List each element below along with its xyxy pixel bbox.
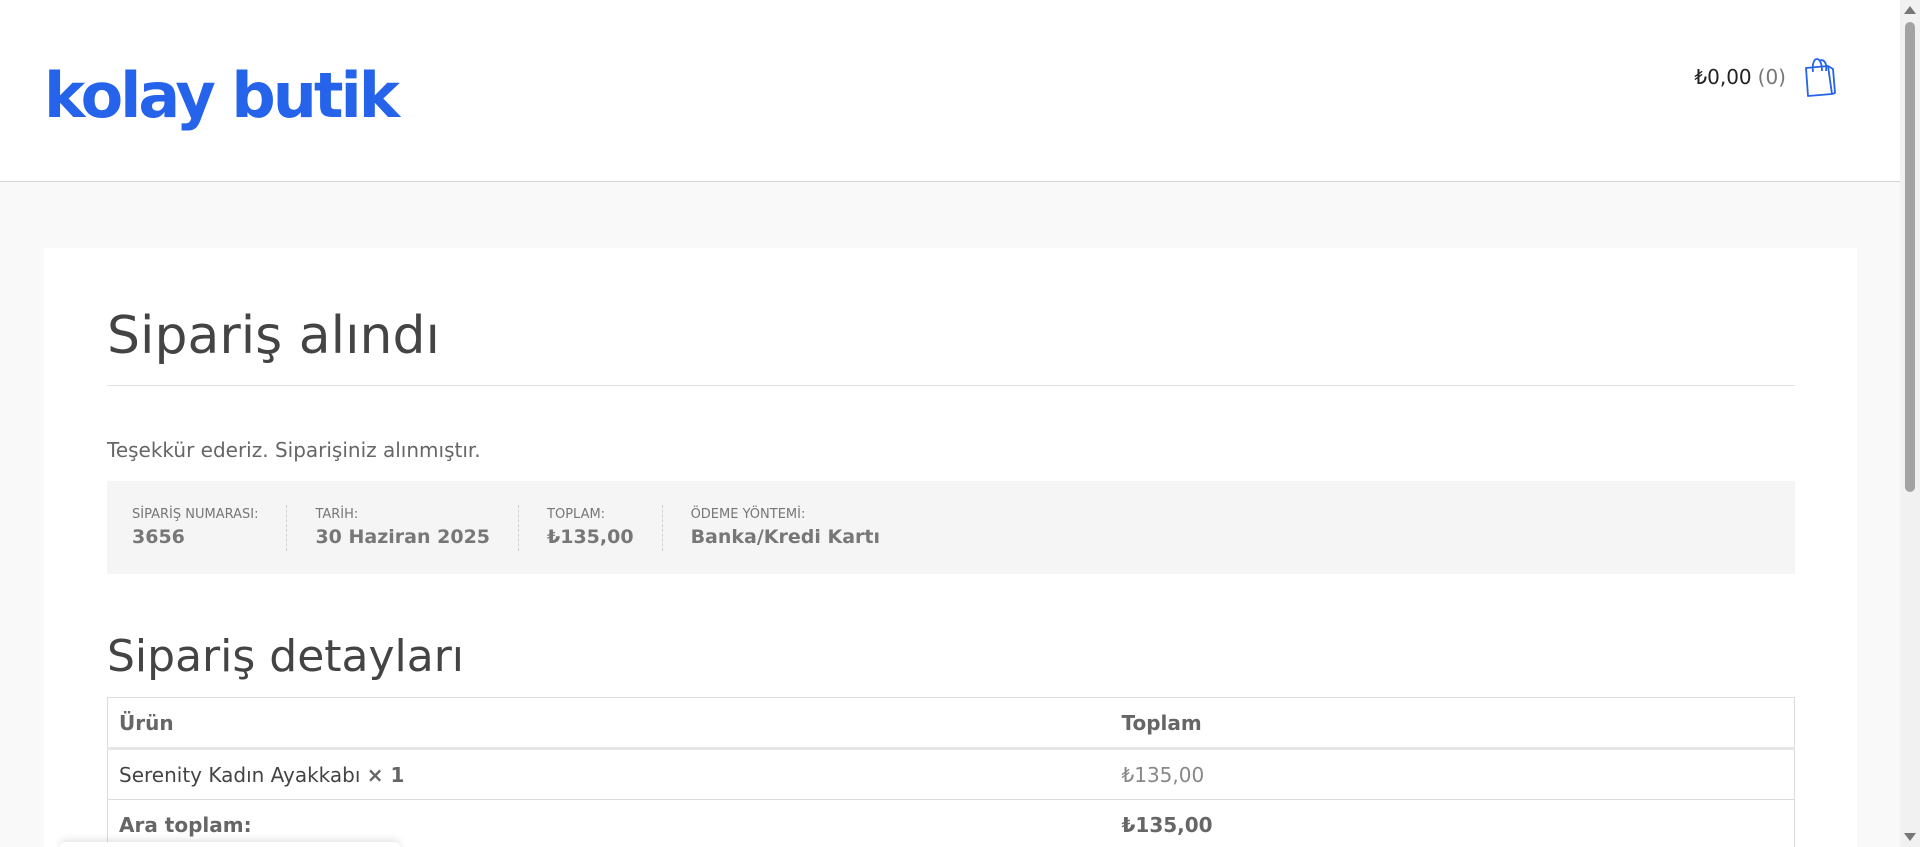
payment-method: ÖDEME YÖNTEMİ: Banka/Kredi Kartı — [691, 505, 908, 551]
order-date-label: TARİH: — [315, 507, 359, 522]
subtotal-value: ₺135,00 — [1110, 799, 1795, 847]
mini-cart[interactable]: ₺0,00 (0) — [1694, 54, 1836, 100]
order-date-value: 30 Haziran 2025 — [315, 526, 491, 548]
shopping-bag-icon[interactable] — [1802, 56, 1836, 98]
order-number: SİPARİŞ NUMARASI: 3656 — [132, 504, 288, 551]
order-number-value: 3656 — [132, 526, 185, 548]
floating-panel-edge — [60, 842, 400, 847]
column-header-total: Toplam — [1110, 697, 1795, 750]
order-details-title: Sipariş detayları — [107, 631, 465, 682]
order-date: TARİH: 30 Haziran 2025 — [315, 504, 520, 551]
column-header-product: Ürün — [107, 697, 1111, 750]
payment-method-value: Banka/Kredi Kartı — [690, 526, 881, 548]
order-details-table: Ürün Toplam Serenity Kadın Ayakkabı × 1 … — [107, 697, 1795, 847]
order-total-label: TOPLAM: — [547, 507, 606, 522]
cart-item-count: (0) — [1757, 65, 1786, 89]
table-header-row: Ürün Toplam — [107, 697, 1795, 750]
order-overview: SİPARİŞ NUMARASI: 3656 TARİH: 30 Haziran… — [107, 481, 1795, 574]
table-row: Serenity Kadın Ayakkabı × 1 ₺135,00 — [107, 748, 1795, 800]
title-divider — [107, 385, 1795, 386]
scroll-down-arrow-icon[interactable] — [1904, 833, 1916, 841]
order-total-value: ₺135,00 — [547, 526, 634, 548]
thank-you-message: Teşekkür ederiz. Siparişiniz alınmıştır. — [107, 438, 481, 462]
scrollbar-thumb[interactable] — [1905, 22, 1915, 492]
product-name[interactable]: Serenity Kadın Ayakkabı — [119, 763, 360, 787]
product-cell: Serenity Kadın Ayakkabı × 1 — [107, 748, 1111, 800]
subtotal-label: Ara toplam: — [107, 799, 1111, 847]
page-title: Sipariş alındı — [107, 306, 440, 366]
scroll-up-arrow-icon[interactable] — [1904, 6, 1916, 14]
order-total: TOPLAM: ₺135,00 — [547, 504, 663, 551]
site-header: kolay butik ₺0,00 (0) — [0, 0, 1900, 182]
product-total: ₺135,00 — [1110, 748, 1795, 800]
order-number-label: SİPARİŞ NUMARASI: — [132, 507, 259, 522]
site-logo[interactable]: kolay butik — [44, 56, 400, 136]
payment-method-label: ÖDEME YÖNTEMİ: — [690, 507, 806, 522]
product-quantity: × 1 — [366, 762, 405, 787]
cart-total-amount: ₺0,00 — [1694, 65, 1752, 89]
subtotal-row: Ara toplam: ₺135,00 — [107, 799, 1795, 847]
cart-total[interactable]: ₺0,00 (0) — [1694, 65, 1786, 89]
order-received-card: Sipariş alındı Teşekkür ederiz. Siparişi… — [44, 248, 1857, 847]
page-scrollbar[interactable] — [1900, 0, 1920, 847]
